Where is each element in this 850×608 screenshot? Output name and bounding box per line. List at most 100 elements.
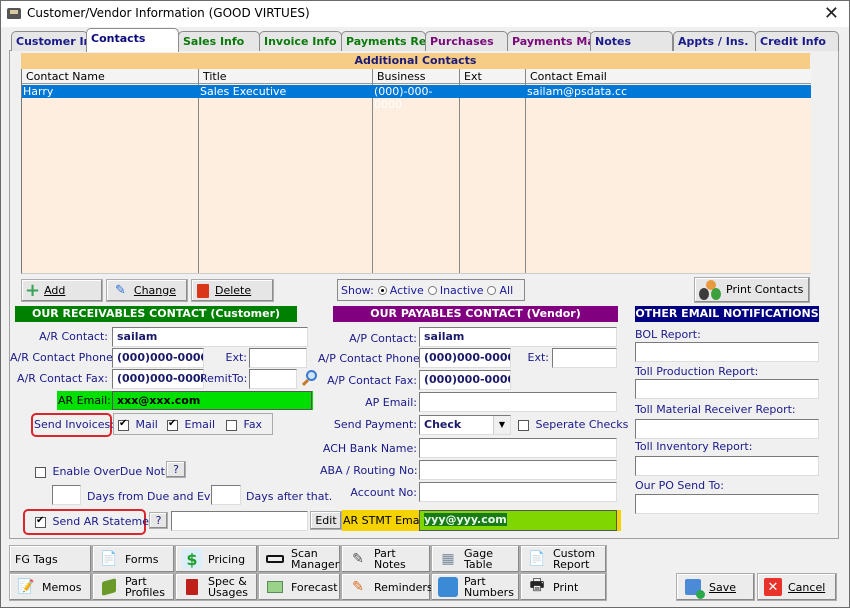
send-mail-checkbox[interactable]: Mail [118,418,158,431]
part-numbers-button[interactable]: Part Numbers [431,573,520,601]
ar-ext-input[interactable] [249,348,307,368]
ar-statement-input[interactable] [171,511,308,531]
forms-button[interactable]: 📄 Forms [92,545,175,573]
ach-bank-label: ACH Bank Name: [322,442,417,455]
days-from-due-input[interactable] [52,485,81,505]
part-profiles-button[interactable]: Part Profiles [92,573,175,601]
tab-appts-ins[interactable]: Appts / Ins. [673,31,756,51]
print-button[interactable]: 🖶 Print [520,573,607,601]
receivables-header: OUR RECEIVABLES CONTACT (Customer) [15,306,297,322]
remit-to-label: RemitTo: [200,372,248,385]
overdue-help-button[interactable]: ? [166,461,186,478]
radio-all[interactable] [487,285,497,295]
reminders-button[interactable]: ✎ Reminders [341,573,433,601]
tab-purchases[interactable]: Purchases [425,31,508,51]
send-fax-checkbox[interactable]: Fax [226,418,262,431]
ar-statement-help-button[interactable]: ? [149,512,168,529]
spec-usages-label: Spec & Usages [208,575,249,599]
radio-active-label[interactable]: Active [390,284,424,297]
radio-active[interactable] [377,285,387,295]
remit-to-input[interactable] [249,369,297,389]
account-input[interactable] [419,482,617,502]
radio-inactive[interactable] [427,285,437,295]
reminders-label: Reminders [374,580,433,594]
save-button[interactable]: Save [676,573,755,601]
col-ext[interactable]: Ext [460,69,526,84]
pricing-button[interactable]: $ Pricing [175,545,258,573]
bol-report-label: BOL Report: [635,328,701,341]
pencil-icon: ✎ [115,283,126,298]
aba-input[interactable] [419,460,617,480]
ap-ext-input[interactable] [552,348,617,368]
overdue-notify-checkbox[interactable]: Enable OverDue Notify [35,465,178,478]
scanner-icon [265,549,285,569]
ap-fax-input[interactable]: (000)000-0000 [419,370,511,390]
send-payment-select[interactable]: Check ▼ [419,415,511,435]
edit-button[interactable]: Edit [310,511,342,530]
tab-sales-info[interactable]: Sales Info [178,31,260,51]
tab-credit-info[interactable]: Credit Info [755,31,839,51]
send-ar-statement-label: Send AR Statement [52,515,161,528]
add-button[interactable]: + Add [21,279,103,302]
col-business-phone[interactable]: Business Phone [373,69,460,98]
grid-caption: Additional Contacts [21,53,810,69]
part-notes-button[interactable]: ✎ Part Notes [341,545,431,573]
col-contact-email[interactable]: Contact Email [526,69,812,84]
bol-report-input[interactable] [635,342,819,362]
title-bar: Customer/Vendor Information (GOOD VIRTUE… [1,1,849,27]
forecast-button[interactable]: Forecast [258,573,341,601]
ar-contact-input[interactable]: sailam [112,327,308,347]
print-contacts-button[interactable]: Print Contacts [694,277,810,303]
gage-table-button[interactable]: ▦ Gage Table [431,545,520,573]
toll-material-input[interactable] [635,419,819,439]
trash-icon [197,283,209,298]
ar-stmt-email-input[interactable]: yyy@yyy.com [419,510,617,531]
email-label: Email [184,418,216,431]
mail-label: Mail [135,418,158,431]
custom-report-button[interactable]: 📄 Custom Report [520,545,607,573]
ar-email-input[interactable]: xxx@xxx.com [112,391,312,410]
search-icon[interactable] [299,368,321,390]
ap-phone-input[interactable]: (000)000-0000 [419,348,511,368]
ap-email-input[interactable] [419,392,617,412]
tab-payments-made[interactable]: Payments Made [507,31,592,51]
ach-bank-input[interactable] [419,438,617,458]
radio-inactive-label[interactable]: Inactive [440,284,484,297]
tab-contacts[interactable]: Contacts [86,28,179,52]
tab-notes[interactable]: Notes [590,31,673,51]
send-email-checkbox[interactable]: Email [167,418,215,431]
col-title[interactable]: Title [199,69,373,84]
fg-tags-button[interactable]: FG Tags [9,545,92,573]
cell-contact-name: Harry [23,85,54,98]
separate-checks-checkbox[interactable]: Seperate Checks [518,418,628,431]
po-send-to-input[interactable] [635,494,819,514]
show-filter: Show: Active Inactive All [337,279,525,301]
toll-production-input[interactable] [635,379,819,399]
tab-customer-info[interactable]: Customer Info [11,31,88,51]
spec-usages-button[interactable]: Spec & Usages [175,573,258,601]
reminder-icon: ✎ [352,579,364,595]
contacts-grid[interactable]: Contact Name Title Business Phone Ext Co… [21,69,811,274]
tab-payments-rec[interactable]: Payments Rec [341,31,426,51]
toll-inventory-input[interactable] [635,456,819,476]
scan-manager-label: Scan Manager [291,547,340,571]
tab-invoice-info[interactable]: Invoice Info [259,31,342,51]
show-label: Show: [341,283,374,297]
cancel-button[interactable]: ✕ Cancel [757,573,837,601]
delete-button[interactable]: Delete [191,279,274,302]
change-button[interactable]: ✎ Change [106,279,188,302]
ar-phone-input[interactable]: (000)000-0000 [112,348,204,368]
table-row[interactable]: Harry Sales Executive (000)-000-0000 sai… [22,85,811,111]
close-button[interactable]: ✕ [824,3,839,24]
scan-manager-button[interactable]: Scan Manager [258,545,341,573]
col-contact-name[interactable]: Contact Name [22,69,199,84]
forecast-label: Forecast [291,580,338,594]
days-after-input[interactable] [211,485,241,505]
ar-fax-input[interactable]: (000)000-0000 [112,369,204,389]
ap-contact-input[interactable]: sailam [419,327,617,347]
memos-button[interactable]: 📝 Memos [9,573,92,601]
checkbox-icon [226,419,237,431]
chevron-down-icon[interactable]: ▼ [493,416,510,434]
radio-all-label[interactable]: All [499,284,513,297]
send-ar-statement-checkbox[interactable]: Send AR Statement [35,515,160,528]
